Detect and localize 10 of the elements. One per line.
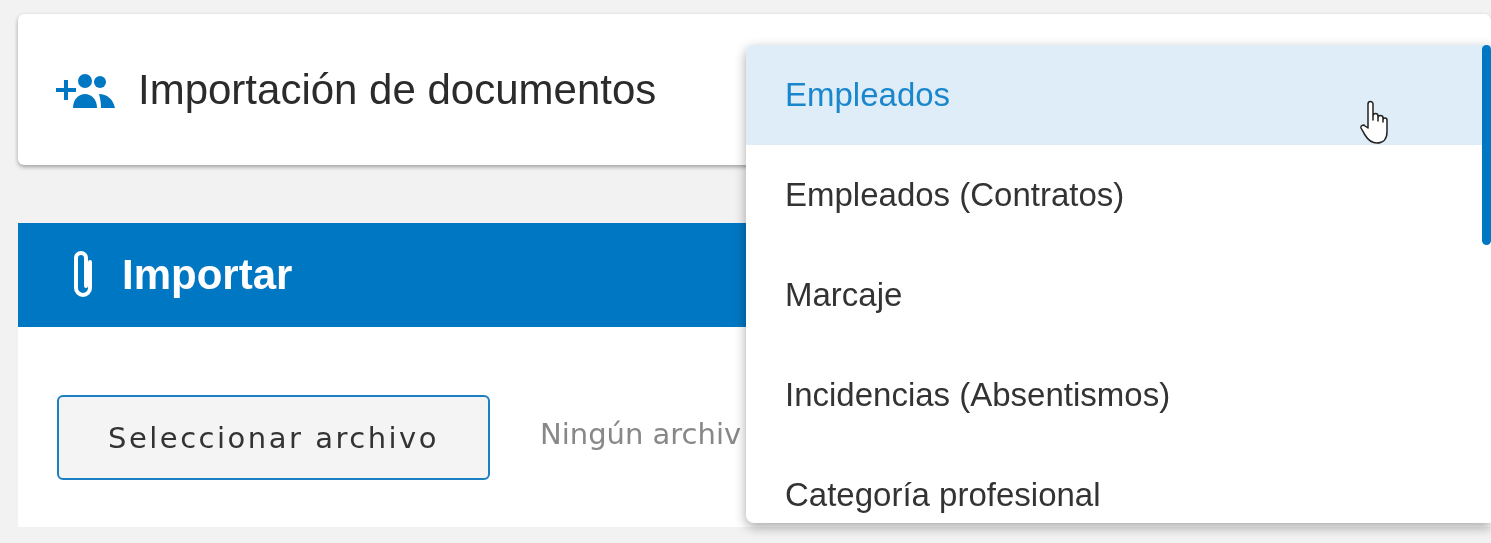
add-people-icon [56,71,116,108]
menu-item[interactable]: Marcaje [746,245,1491,345]
hand-cursor-icon [1360,98,1388,146]
page-title: Importación de documentos [138,65,657,114]
menu-item[interactable]: Incidencias (Absentismos) [746,345,1491,445]
select-file-button[interactable]: Seleccionar archivo [57,395,490,480]
file-status: Ningún archiv [540,417,742,451]
menu-item[interactable]: Categoría profesional [746,445,1491,523]
scrollbar-thumb[interactable] [1482,45,1491,245]
section-title: Importar [122,251,293,299]
